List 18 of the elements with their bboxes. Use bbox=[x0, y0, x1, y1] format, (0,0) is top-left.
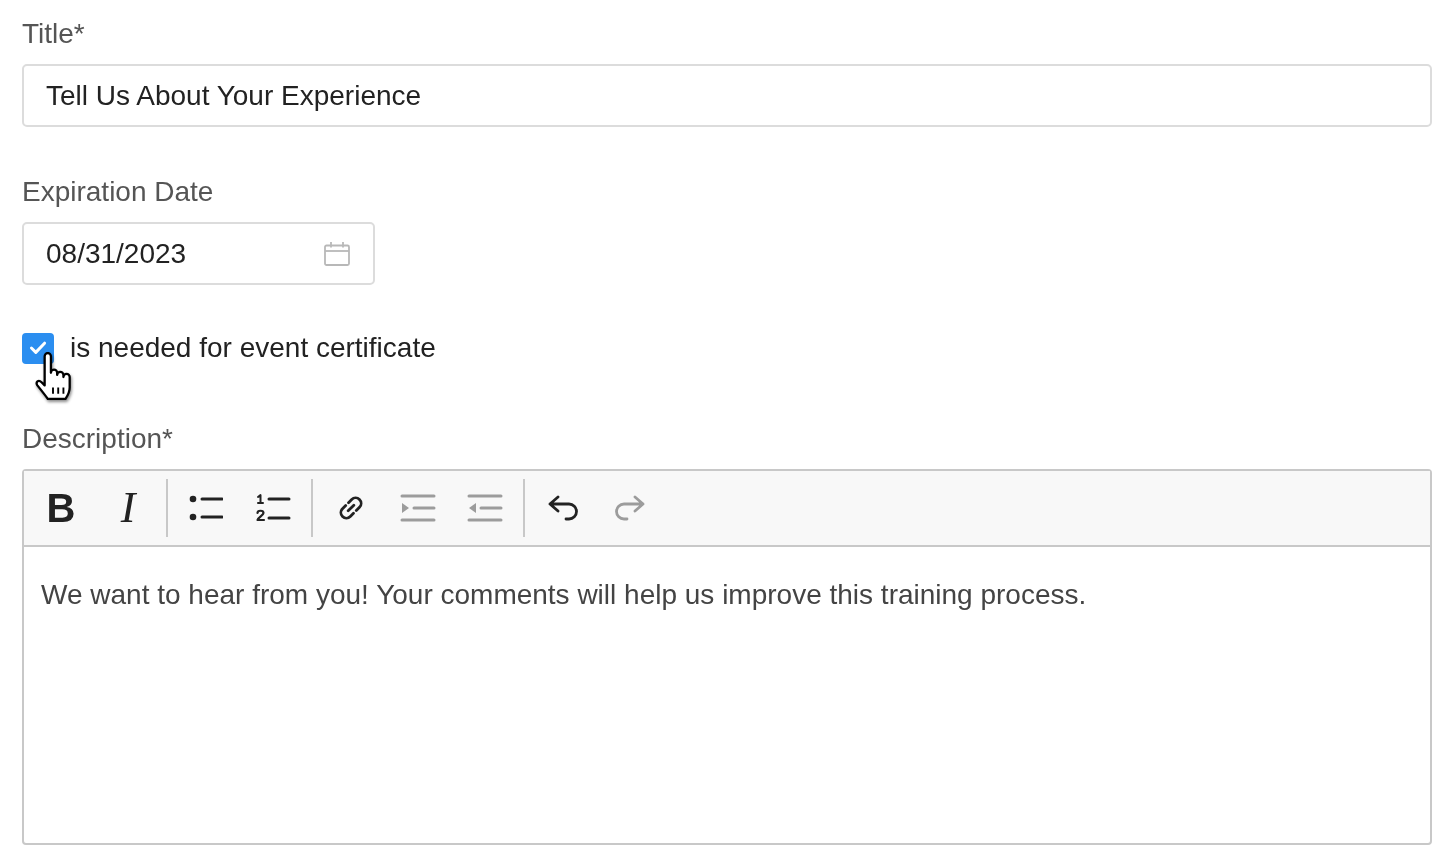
undo-icon bbox=[547, 495, 579, 521]
checkbox-label[interactable]: is needed for event certificate bbox=[70, 329, 436, 367]
checkbox[interactable] bbox=[22, 332, 54, 364]
bullet-list-icon bbox=[189, 494, 223, 522]
hand-cursor-icon bbox=[32, 352, 74, 401]
field-label: Description* bbox=[22, 422, 174, 456]
title-input-field[interactable]: Tell Us About Your Experience bbox=[22, 64, 1432, 127]
italic-button[interactable]: I bbox=[101, 481, 155, 535]
editor-text-area[interactable]: We want to hear from you! Your comments will help us improve this training process. bbox=[24, 547, 1430, 843]
indent-icon bbox=[400, 493, 436, 523]
field-label: Expiration Date bbox=[22, 175, 215, 209]
numbered-list-icon bbox=[255, 493, 291, 523]
field-label: Title* bbox=[22, 17, 86, 51]
bold-button[interactable]: B bbox=[34, 481, 88, 535]
date-input-field[interactable]: 08/31/2023 bbox=[22, 222, 375, 285]
redo-icon bbox=[614, 495, 646, 521]
outdent-icon bbox=[467, 493, 503, 523]
checkmark-icon bbox=[29, 341, 47, 355]
